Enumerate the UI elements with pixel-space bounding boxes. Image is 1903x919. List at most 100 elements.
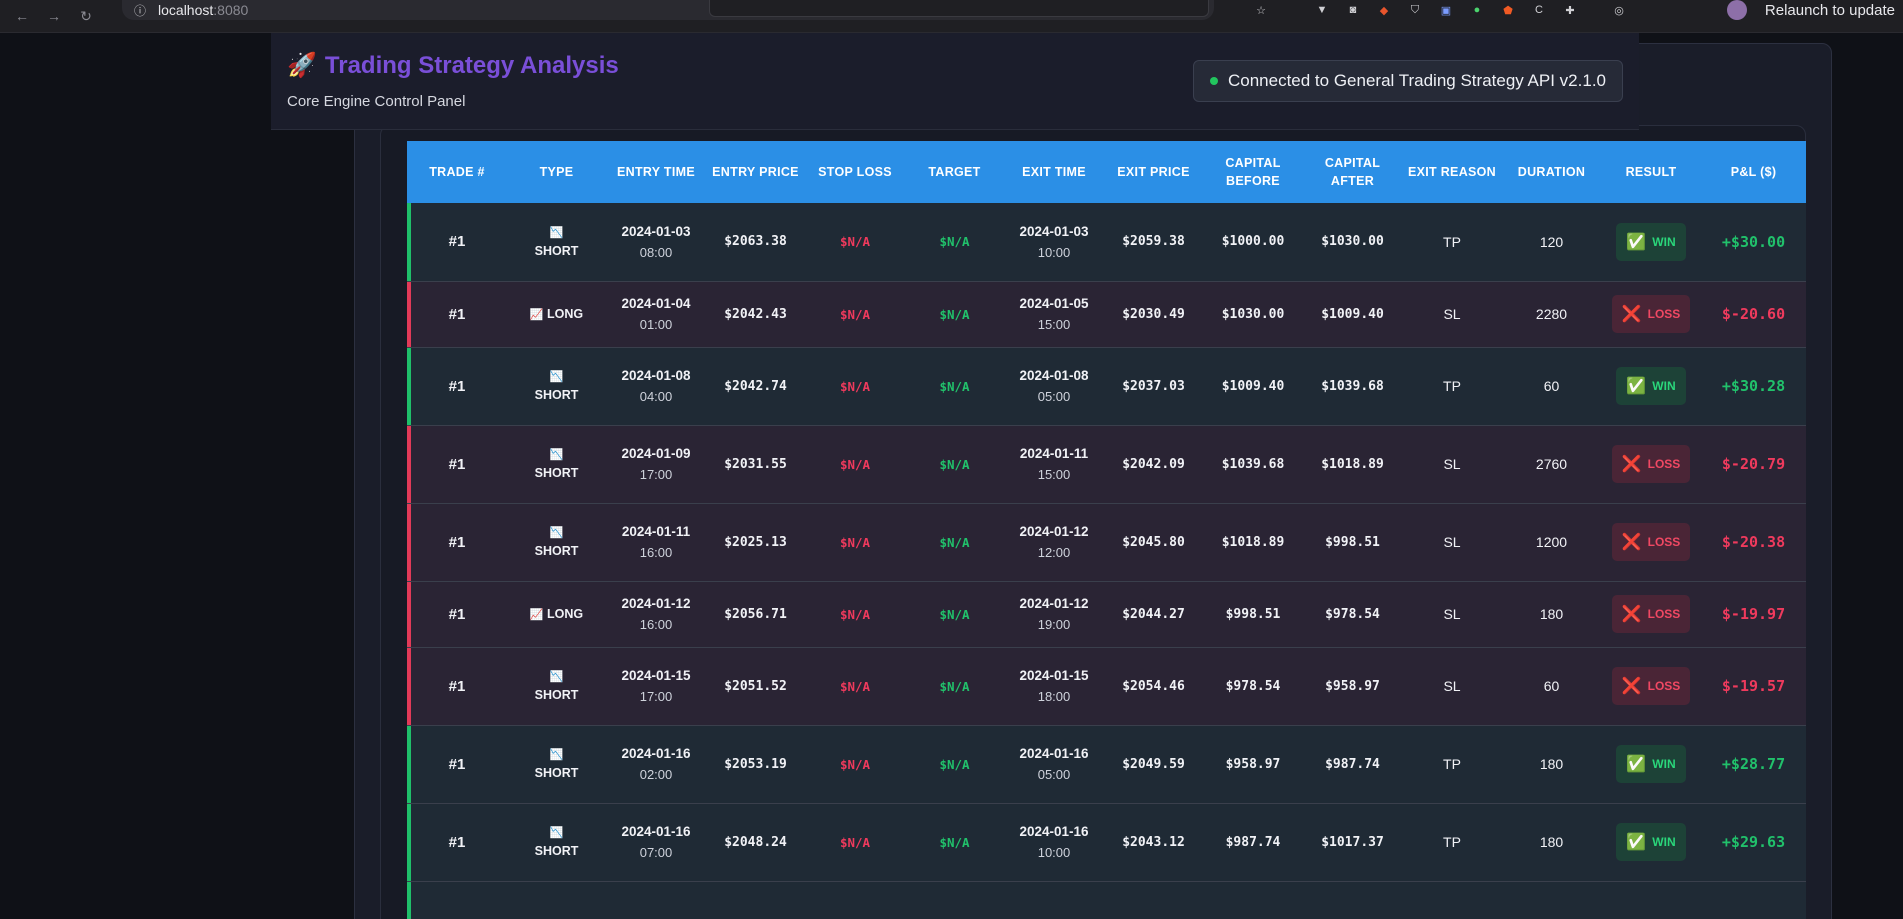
capital-before: $1039.68: [1221, 456, 1285, 472]
status-text: Connected to General Trading Strategy AP…: [1227, 71, 1606, 90]
result-cell: ✅ WIN: [1601, 725, 1701, 803]
column-header[interactable]: P&L ($): [1701, 141, 1806, 203]
stop-loss: $N/A: [839, 678, 871, 694]
table-row[interactable]: #1 📉 SHORT 2024-01-09 17:00 $2031.55 $N/A …: [407, 425, 1806, 503]
site-info-icon[interactable]: ⓘ: [134, 2, 146, 19]
column-header[interactable]: Result: [1601, 141, 1701, 203]
cross-icon: ❌: [1621, 678, 1642, 695]
reload-icon[interactable]: ↻: [76, 6, 96, 26]
column-header[interactable]: Entry Price: [706, 141, 805, 203]
column-header[interactable]: Capital After: [1303, 141, 1402, 203]
result-cell: ❌ LOSS: [1601, 503, 1701, 581]
entry-price: $2025.13: [724, 534, 787, 550]
entry-date: 2024-01-09: [621, 446, 691, 461]
puzzle-icon[interactable]: ✚: [1562, 2, 1578, 18]
check-icon: ✅: [1626, 756, 1647, 773]
column-header[interactable]: Exit Time: [1004, 141, 1104, 203]
avatar[interactable]: [1726, 0, 1747, 20]
relaunch-area[interactable]: Relaunch to update: [1726, 0, 1903, 20]
exit-date: 2024-01-11: [1019, 446, 1089, 461]
table-row[interactable]: #1 📉 SHORT 2024-01-16 07:00 $2048.24 $N/A …: [407, 803, 1806, 881]
column-header[interactable]: Exit Reason: [1402, 141, 1502, 203]
column-header[interactable]: Duration: [1502, 141, 1601, 203]
pnl: $-20.38: [1721, 533, 1786, 551]
trend-down-icon: 📉: [549, 527, 564, 540]
entry-time: 02:00: [639, 767, 673, 782]
table-row[interactable]: #1 📉 SHORT 2024-01-03 08:00 $2063.38 $N/A …: [407, 203, 1806, 281]
exit-time-cell: 2024-01-05 15:00: [1004, 281, 1104, 347]
capital-after: $1009.40: [1321, 306, 1384, 322]
extensions-bar: ☆ ▼ ◙ ◆ ⛉ ▣ ● ⬟ C ✚ ◎: [1253, 0, 1627, 20]
exit-time: 10:00: [1037, 845, 1071, 860]
camera-icon[interactable]: ◙: [1345, 2, 1361, 18]
entry-time-cell: 2024-01-16 07:00: [606, 803, 706, 881]
relaunch-label[interactable]: Relaunch to update: [1765, 2, 1895, 19]
entry-time-cell: 2024-01-04 01:00: [606, 281, 706, 347]
table-row[interactable]: [407, 881, 1806, 919]
table-row[interactable]: #1 📉 SHORT 2024-01-11 16:00 $2025.13 $N/A …: [407, 503, 1806, 581]
cross-icon: ❌: [1621, 606, 1642, 623]
trade-number: #1: [448, 455, 466, 473]
id-icon[interactable]: ▣: [1438, 2, 1454, 18]
search-box[interactable]: [709, 0, 1209, 17]
entry-time-cell: [606, 881, 706, 919]
table-row[interactable]: #1 📉 SHORT 2024-01-16 02:00 $2053.19 $N/A …: [407, 725, 1806, 803]
trend-down-icon: 📉: [549, 671, 564, 684]
shield-icon[interactable]: ⛉: [1407, 2, 1423, 18]
back-icon[interactable]: ←: [12, 6, 32, 26]
result-cell: [1601, 881, 1701, 919]
cross-icon: ❌: [1621, 306, 1642, 323]
pnl: $-19.97: [1721, 605, 1786, 623]
pnl: $-20.60: [1721, 305, 1786, 323]
browser-toolbar: ← → ↻ ⓘ localhost:8080 ☆ ▼ ◙ ◆ ⛉ ▣ ● ⬟ C…: [0, 0, 1903, 33]
screenshot-icon[interactable]: ◎: [1611, 2, 1627, 18]
pnl: +$29.63: [1721, 833, 1786, 851]
exit-reason: TP: [1443, 834, 1461, 850]
trade-type: SHORT: [534, 388, 579, 402]
trade-number: #1: [448, 833, 466, 851]
table-row[interactable]: #1 📉 SHORT 2024-01-15 17:00 $2051.52 $N/A …: [407, 647, 1806, 725]
exit-reason: SL: [1443, 306, 1461, 322]
target: $N/A: [939, 378, 970, 394]
exit-reason: TP: [1443, 378, 1461, 394]
extension-c-icon[interactable]: C: [1531, 2, 1547, 18]
result-badge: ❌ LOSS: [1611, 523, 1691, 561]
trade-number: #1: [448, 605, 466, 623]
entry-time: 16:00: [639, 617, 673, 632]
bookmark-star-icon[interactable]: ☆: [1253, 2, 1269, 18]
table-row[interactable]: #1 📈 LONG 2024-01-04 01:00 $2042.43 $N/A …: [407, 281, 1806, 347]
entry-price: $2042.43: [724, 306, 787, 322]
table-row[interactable]: #1 📈 LONG 2024-01-12 16:00 $2056.71 $N/A …: [407, 581, 1806, 647]
capital-before: $1000.00: [1221, 234, 1285, 250]
column-header[interactable]: Exit Price: [1104, 141, 1203, 203]
extension-color-icon[interactable]: ●: [1469, 2, 1485, 18]
table-row[interactable]: #1 📉 SHORT 2024-01-08 04:00 $2042.74 $N/A …: [407, 347, 1806, 425]
exit-price: $2037.03: [1122, 378, 1185, 394]
brave-icon[interactable]: ⬟: [1500, 2, 1516, 18]
column-header[interactable]: Type: [507, 141, 606, 203]
trade-number: #1: [448, 377, 466, 395]
extension-fox-icon[interactable]: ◆: [1376, 2, 1392, 18]
forward-icon[interactable]: →: [44, 6, 64, 26]
exit-time-cell: 2024-01-15 18:00: [1004, 647, 1104, 725]
column-header[interactable]: Capital Before: [1203, 141, 1303, 203]
duration: 2760: [1535, 456, 1568, 472]
exit-date: 2024-01-05: [1019, 296, 1089, 311]
column-header[interactable]: Trade #: [407, 141, 507, 203]
exit-reason: SL: [1443, 534, 1461, 550]
result-badge: ✅ WIN: [1616, 823, 1686, 861]
pnl: $-19.57: [1721, 677, 1786, 695]
column-header[interactable]: Target: [905, 141, 1004, 203]
rocket-icon: 🚀: [287, 52, 317, 79]
result-badge: ❌ LOSS: [1611, 595, 1691, 633]
entry-price: $2056.71: [724, 606, 787, 622]
stop-loss: $N/A: [839, 456, 871, 472]
page: Trade # Type Entry Time Entry Price Stop Los…: [0, 33, 1903, 919]
extension-v-icon[interactable]: ▼: [1314, 2, 1330, 18]
type-cell: 📉 SHORT: [507, 803, 606, 881]
column-header[interactable]: Entry Time: [606, 141, 706, 203]
exit-time: 05:00: [1037, 767, 1071, 782]
column-header[interactable]: Stop Loss: [805, 141, 905, 203]
duration: 180: [1539, 834, 1564, 850]
capital-after: $958.97: [1325, 678, 1380, 694]
